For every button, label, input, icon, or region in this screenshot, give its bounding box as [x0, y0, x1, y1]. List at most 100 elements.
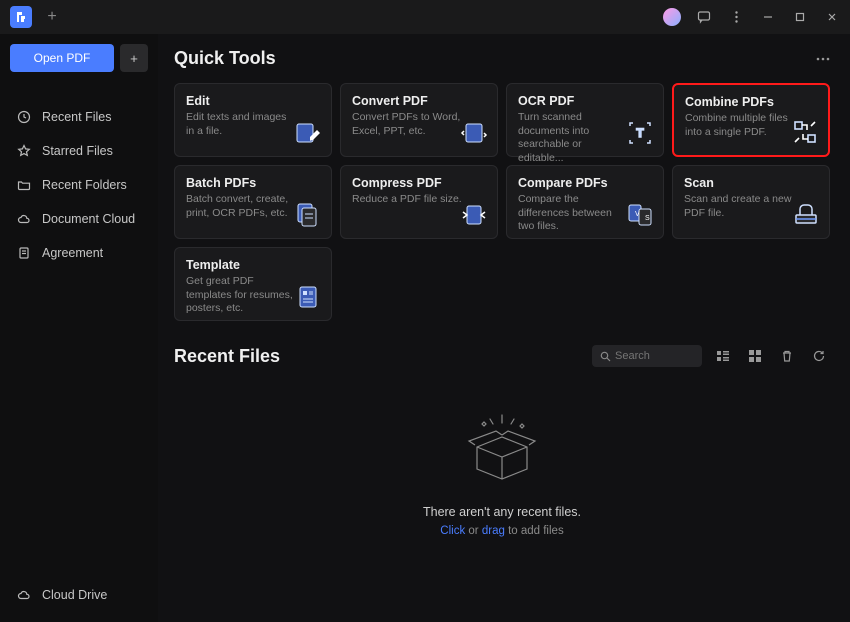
sidebar-item-label: Agreement: [42, 246, 103, 260]
plus-icon: +: [130, 51, 138, 66]
view-grid-button[interactable]: [744, 345, 766, 367]
app-logo[interactable]: [10, 6, 32, 28]
minimize-button[interactable]: [754, 3, 782, 31]
new-file-button[interactable]: +: [120, 44, 148, 72]
recent-files-controls: [592, 345, 830, 367]
edit-icon: [293, 118, 323, 148]
drag-link[interactable]: drag: [482, 525, 505, 537]
recent-files-title: Recent Files: [174, 346, 280, 367]
tool-desc: Reduce a PDF file size.: [352, 193, 462, 207]
delete-button[interactable]: [776, 345, 798, 367]
sidebar-item-label: Starred Files: [42, 144, 113, 158]
kebab-icon: [735, 11, 738, 23]
menu-button[interactable]: [722, 3, 750, 31]
tool-card-convert[interactable]: Convert PDF Convert PDFs to Word, Excel,…: [340, 83, 498, 157]
sidebar-item-label: Document Cloud: [42, 212, 135, 226]
compress-icon: [459, 200, 489, 230]
grid-icon: [748, 349, 762, 363]
tool-card-edit[interactable]: Edit Edit texts and images in a file.: [174, 83, 332, 157]
recent-files-header: Recent Files: [174, 345, 830, 367]
quick-tools-more-button[interactable]: [816, 57, 830, 61]
tool-desc: Scan and create a new PDF file.: [684, 193, 794, 220]
star-icon: [16, 143, 32, 159]
svg-text:S: S: [645, 215, 650, 222]
search-input[interactable]: [615, 350, 690, 362]
sidebar-item-agreement[interactable]: Agreement: [10, 236, 148, 270]
tool-desc: Convert PDFs to Word, Excel, PPT, etc.: [352, 111, 462, 138]
tool-title: Combine PDFs: [685, 95, 817, 109]
tool-desc: Edit texts and images in a file.: [186, 111, 296, 138]
plus-icon: +: [47, 8, 56, 26]
scan-icon: [791, 200, 821, 230]
tool-card-compress[interactable]: Compress PDF Reduce a PDF file size.: [340, 165, 498, 239]
empty-sub-message: Click or drag to add files: [440, 525, 563, 537]
clock-icon: [16, 109, 32, 125]
tool-desc: Turn scanned documents into searchable o…: [518, 111, 628, 166]
close-button[interactable]: [818, 3, 846, 31]
feedback-button[interactable]: [690, 3, 718, 31]
body: Open PDF + Recent Files Starred Files Re…: [0, 34, 850, 622]
tool-title: Edit: [186, 94, 320, 108]
titlebar-right: [658, 3, 846, 31]
user-avatar[interactable]: [658, 3, 686, 31]
combine-icon: [790, 117, 820, 147]
tool-card-ocr[interactable]: OCR PDF Turn scanned documents into sear…: [506, 83, 664, 157]
tools-grid: Edit Edit texts and images in a file. Co…: [174, 83, 830, 321]
view-list-button[interactable]: [712, 345, 734, 367]
empty-box-icon: [457, 407, 547, 487]
tool-title: Template: [186, 258, 320, 272]
search-box[interactable]: [592, 345, 702, 367]
tool-title: Batch PDFs: [186, 176, 320, 190]
cloud-drive-icon: [16, 587, 32, 603]
tool-card-template[interactable]: Template Get great PDF templates for res…: [174, 247, 332, 321]
sidebar-item-starred-files[interactable]: Starred Files: [10, 134, 148, 168]
chat-icon: [697, 10, 711, 24]
more-icon: [816, 57, 830, 61]
sidebar-item-document-cloud[interactable]: Document Cloud: [10, 202, 148, 236]
svg-text:V: V: [635, 211, 640, 218]
svg-text:T: T: [636, 126, 644, 140]
tool-card-combine[interactable]: Combine PDFs Combine multiple files into…: [672, 83, 830, 157]
search-icon: [600, 351, 611, 362]
tool-card-batch[interactable]: Batch PDFs Batch convert, create, print,…: [174, 165, 332, 239]
sidebar-item-label: Recent Files: [42, 110, 111, 124]
close-icon: [826, 11, 838, 23]
ocr-icon: T: [625, 118, 655, 148]
sidebar-item-recent-folders[interactable]: Recent Folders: [10, 168, 148, 202]
avatar-icon: [663, 8, 681, 26]
folder-icon: [16, 177, 32, 193]
empty-message: There aren't any recent files.: [423, 505, 581, 519]
convert-icon: [459, 118, 489, 148]
tool-desc: Batch convert, create, print, OCR PDFs, …: [186, 193, 296, 220]
trash-icon: [780, 349, 794, 363]
cloud-icon: [16, 211, 32, 227]
sidebar: Open PDF + Recent Files Starred Files Re…: [0, 34, 158, 622]
main-area: Quick Tools Edit Edit texts and images i…: [158, 34, 850, 622]
new-tab-button[interactable]: +: [38, 3, 66, 31]
batch-icon: [293, 200, 323, 230]
template-icon: [293, 282, 323, 312]
tool-title: Convert PDF: [352, 94, 486, 108]
document-icon: [16, 245, 32, 261]
empty-state: There aren't any recent files. Click or …: [174, 377, 830, 547]
open-pdf-button[interactable]: Open PDF: [10, 44, 114, 72]
tool-desc: Get great PDF templates for resumes, pos…: [186, 275, 296, 316]
titlebar-left: +: [4, 3, 66, 31]
refresh-button[interactable]: [808, 345, 830, 367]
empty-suffix: to add files: [505, 525, 564, 537]
compare-icon: VS: [625, 200, 655, 230]
sidebar-item-label: Recent Folders: [42, 178, 127, 192]
tool-title: Compare PDFs: [518, 176, 652, 190]
sidebar-item-recent-files[interactable]: Recent Files: [10, 100, 148, 134]
sidebar-top: Open PDF +: [10, 44, 148, 72]
quick-tools-header: Quick Tools: [174, 48, 830, 69]
maximize-icon: [794, 11, 806, 23]
sidebar-item-cloud-drive[interactable]: Cloud Drive: [10, 578, 148, 612]
click-link[interactable]: Click: [440, 525, 465, 537]
tool-desc: Compare the differences between two file…: [518, 193, 628, 234]
tool-card-scan[interactable]: Scan Scan and create a new PDF file.: [672, 165, 830, 239]
tool-card-compare[interactable]: Compare PDFs Compare the differences bet…: [506, 165, 664, 239]
sidebar-item-label: Cloud Drive: [42, 588, 107, 602]
list-icon: [716, 349, 730, 363]
maximize-button[interactable]: [786, 3, 814, 31]
